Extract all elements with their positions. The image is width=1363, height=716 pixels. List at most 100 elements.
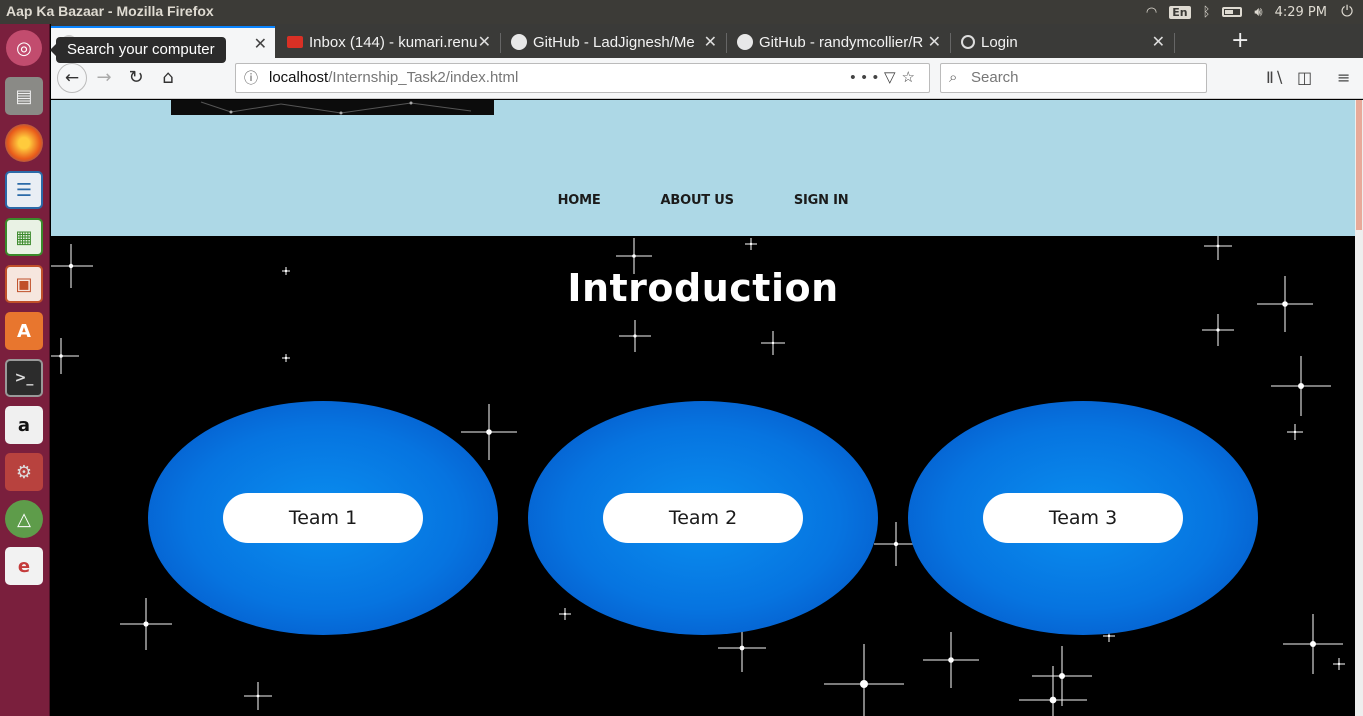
tab-github-randymcollier[interactable]: GitHub - randymcollier/R ✕ (727, 26, 949, 58)
team-3-card: Team 3 (908, 401, 1258, 635)
page-actions-icon[interactable]: ••• (850, 69, 884, 86)
forward-icon[interactable]: → (92, 67, 116, 88)
tab-label: GitHub - LadJignesh/Me (533, 33, 695, 51)
close-tab-icon[interactable]: ✕ (928, 32, 941, 52)
close-tab-icon[interactable]: ✕ (704, 32, 717, 52)
home-icon[interactable]: ⌂ (156, 67, 180, 88)
sparkle-star (824, 644, 904, 716)
nav-about-us-link[interactable]: ABOUT US (661, 193, 734, 208)
wifi-icon[interactable]: ◠ (1146, 5, 1157, 20)
sparkle-star (559, 608, 571, 620)
library-icon[interactable]: Ⅱ∖ (1266, 68, 1284, 87)
new-tab-icon[interactable]: + (1231, 28, 1249, 53)
sparkle-star (1333, 658, 1345, 670)
user-add-icon (961, 35, 975, 49)
intro-section: Introduction Team 1 Team 2 Team 3 (51, 236, 1355, 716)
sparkle-star (1287, 424, 1303, 440)
impress-icon[interactable]: ▣ (5, 265, 43, 303)
calc-icon[interactable]: ▦ (5, 218, 43, 256)
sparkle-star (1283, 614, 1343, 674)
search-icon: ⌕ (949, 69, 958, 86)
power-icon[interactable]: ⏻ (1341, 2, 1353, 20)
team-2-card: Team 2 (528, 401, 878, 635)
clock[interactable]: 4:29 PM (1275, 5, 1327, 20)
volume-icon[interactable]: 🔊︎ (1254, 5, 1262, 20)
tab-gmail[interactable]: Inbox (144) - kumari.renu ✕ (277, 26, 499, 58)
section-heading: Introduction (567, 266, 839, 310)
tab-login[interactable]: Login ✕ (951, 26, 1173, 58)
software-center-icon[interactable]: A (5, 312, 43, 350)
github-icon (737, 34, 753, 50)
team-1-card: Team 1 (148, 401, 498, 635)
sparkle-star (51, 338, 79, 374)
sparkle-star (244, 682, 272, 710)
url-bar[interactable]: ⓘ localhost/Internship_Task2/index.html … (235, 63, 930, 93)
writer-icon[interactable]: ☰ (5, 171, 43, 209)
sparkle-star (1019, 666, 1087, 716)
sparkle-star (1032, 646, 1092, 706)
scrollbar-thumb[interactable] (1356, 100, 1362, 230)
sparkle-star (461, 404, 517, 460)
sparkle-star (282, 354, 290, 362)
sparkle-star (1271, 356, 1331, 416)
web-page: HOME ABOUT US SIGN IN Introduction Team … (51, 100, 1355, 716)
files-icon[interactable]: ▤ (5, 77, 43, 115)
close-tab-icon[interactable]: ✕ (1152, 32, 1165, 52)
menu-icon[interactable]: ≡ (1337, 68, 1350, 87)
launcher-tooltip: Search your computer (50, 37, 226, 63)
page-scrollbar[interactable] (1355, 100, 1363, 716)
nav-sign-in-link[interactable]: SIGN IN (794, 193, 849, 208)
tab-github-ladjignesh[interactable]: GitHub - LadJignesh/Me ✕ (501, 26, 725, 58)
search-input[interactable]: ⌕ Search (940, 63, 1207, 93)
url-text[interactable]: localhost/Internship_Task2/index.html (269, 64, 518, 92)
banner-network-pattern (200, 101, 472, 115)
sparkle-star (923, 632, 979, 688)
amazon-icon[interactable]: a (5, 406, 43, 444)
url-host: localhost (269, 69, 329, 86)
header-banner-image (171, 100, 494, 115)
navigation-toolbar: ← → ↻ ⌂ ⓘ localhost/Internship_Task2/ind… (51, 58, 1363, 99)
sparkle-star (1204, 236, 1232, 260)
url-path: /Internship_Task2/index.html (328, 69, 519, 86)
tab-label: Inbox (144) - kumari.renu (309, 33, 478, 51)
pocket-icon[interactable]: ▽ (884, 69, 902, 86)
firefox-icon[interactable] (5, 124, 43, 162)
sidebar-icon[interactable]: ◫ (1297, 68, 1312, 87)
system-top-panel: Aap Ka Bazaar - Mozilla Firefox ◠ En ᛒ 🔊… (0, 0, 1363, 24)
window-title: Aap Ka Bazaar - Mozilla Firefox (6, 3, 214, 19)
site-header: HOME ABOUT US SIGN IN (51, 100, 1355, 236)
back-icon[interactable]: ← (57, 63, 87, 93)
search-placeholder: Search (971, 69, 1019, 86)
tab-label: GitHub - randymcollier/R (759, 33, 924, 51)
team-2-button[interactable]: Team 2 (603, 493, 803, 543)
close-tab-icon[interactable]: ✕ (478, 32, 491, 52)
system-tray: ◠ En ᛒ 🔊︎ 4:29 PM (1146, 0, 1363, 24)
tab-separator (1174, 33, 1175, 53)
nav-home-link[interactable]: HOME (558, 193, 601, 208)
sparkle-star (619, 320, 651, 352)
sparkle-star (761, 331, 785, 355)
ubuntu-dash-icon[interactable]: ◎ (6, 30, 42, 66)
terminal-icon[interactable]: >_ (5, 359, 43, 397)
reload-icon[interactable]: ↻ (124, 67, 148, 88)
bookmark-star-icon[interactable]: ☆ (902, 69, 921, 86)
tab-label: Login (981, 33, 1018, 51)
battery-icon[interactable] (1222, 7, 1243, 17)
launcher: ◎ ▤ ☰ ▦ ▣ A >_ a ⚙ △ e (0, 24, 50, 716)
tab-strip: Aap Ka Bazaar ✕ Inbox (144) - kumari.ren… (51, 24, 1363, 58)
text-editor-icon[interactable]: e (5, 547, 43, 585)
team-3-button[interactable]: Team 3 (983, 493, 1183, 543)
gmail-icon (287, 36, 303, 48)
sparkle-star (120, 598, 172, 650)
keyboard-layout-indicator[interactable]: En (1169, 5, 1191, 19)
android-studio-icon[interactable]: △ (5, 500, 43, 538)
sparkle-star (1202, 314, 1234, 346)
main-nav: HOME ABOUT US SIGN IN (51, 193, 1355, 208)
site-info-icon[interactable]: ⓘ (244, 64, 258, 92)
close-tab-icon[interactable]: ✕ (254, 34, 267, 54)
bluetooth-icon[interactable]: ᛒ (1203, 5, 1211, 20)
system-settings-icon[interactable]: ⚙ (5, 453, 43, 491)
team-1-button[interactable]: Team 1 (223, 493, 423, 543)
sparkle-star (745, 238, 757, 250)
github-icon (511, 34, 527, 50)
